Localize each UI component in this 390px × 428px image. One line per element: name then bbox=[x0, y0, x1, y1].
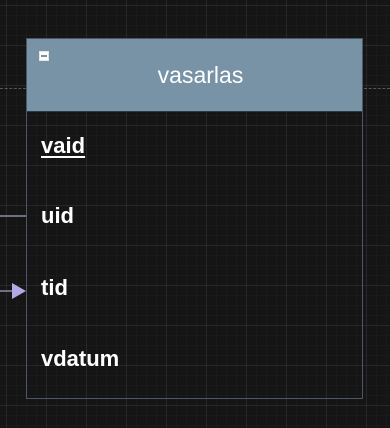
relation-connector-uid[interactable] bbox=[0, 215, 26, 217]
entity-table-vasarlas[interactable]: vasarlas vaid uid tid vdatum bbox=[26, 38, 363, 399]
attribute-uid[interactable]: uid bbox=[41, 201, 74, 231]
attribute-tid[interactable]: tid bbox=[41, 273, 68, 303]
canvas-guide-line-left bbox=[0, 88, 26, 89]
entity-title: vasarlas bbox=[157, 62, 244, 88]
triangle-arrow-icon bbox=[12, 283, 26, 299]
attribute-vaid[interactable]: vaid bbox=[41, 131, 85, 161]
canvas-guide-line-right bbox=[364, 88, 390, 89]
entity-header[interactable]: vasarlas bbox=[27, 39, 362, 112]
attribute-vdatum[interactable]: vdatum bbox=[41, 344, 119, 374]
